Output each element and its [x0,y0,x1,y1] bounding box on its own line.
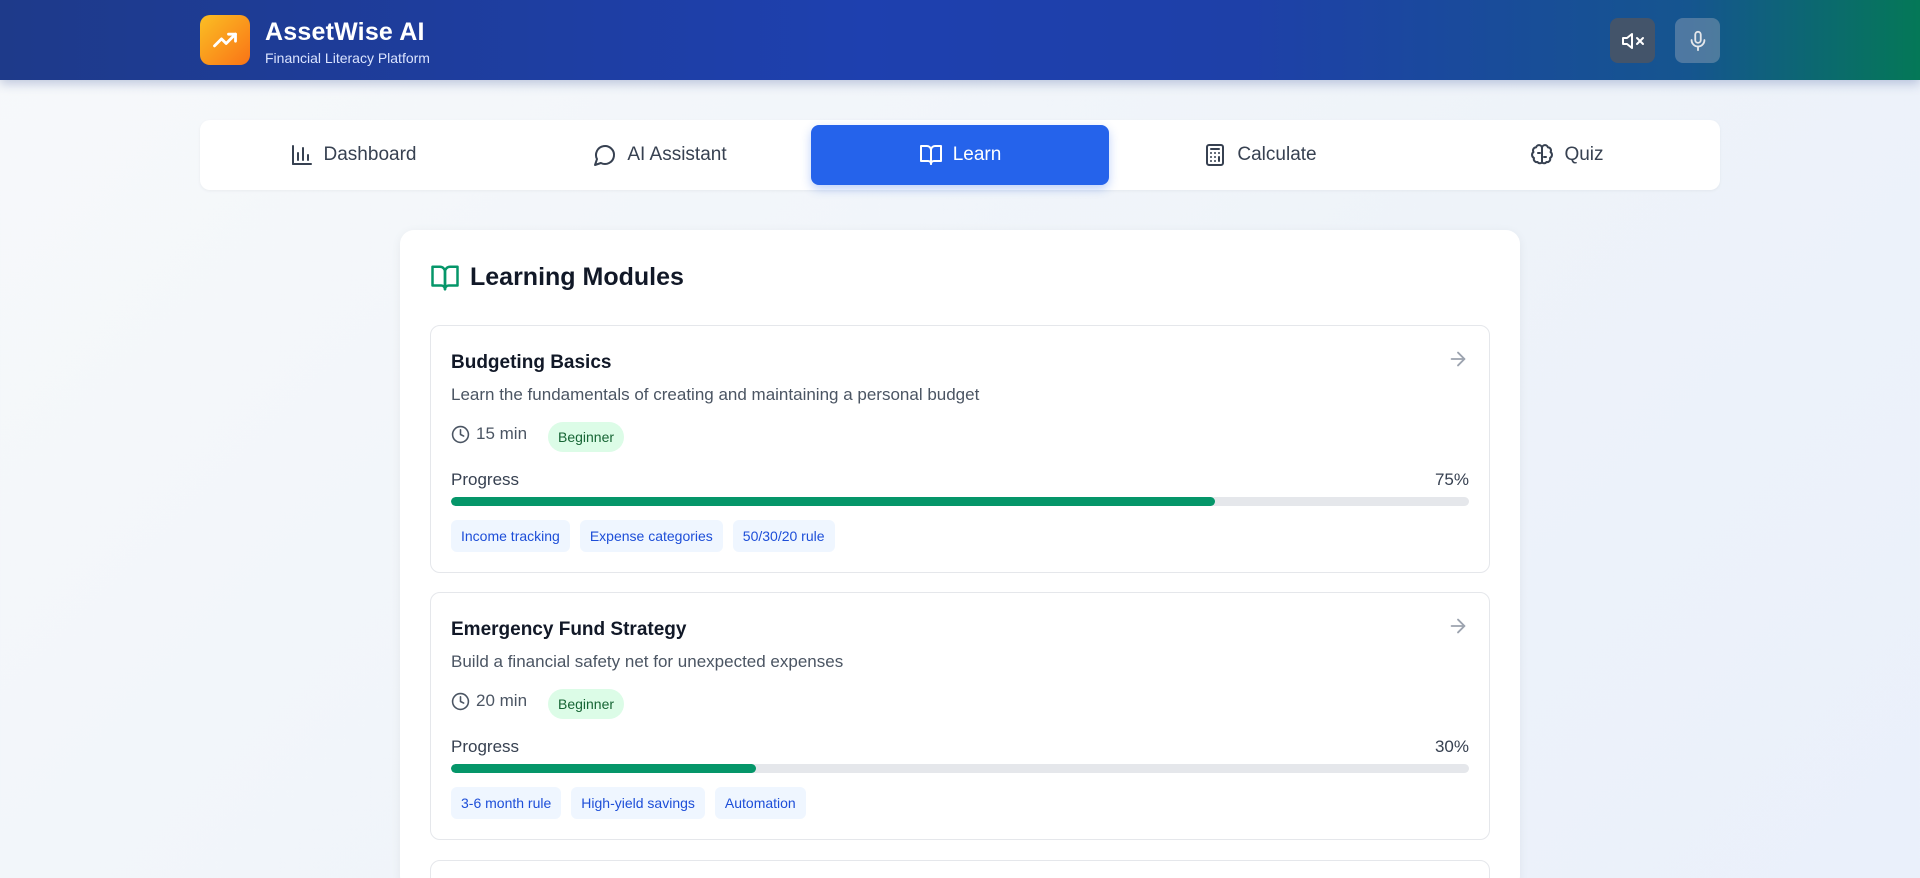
module-card-emergency-fund[interactable]: Emergency Fund Strategy Build a financia… [430,592,1490,840]
calculator-icon [1206,144,1225,166]
app-header: AssetWise AI Financial Literacy Platform [0,0,1920,80]
section-title: Learning Modules [470,263,684,291]
microphone-button[interactable] [1675,18,1720,63]
bar-chart-icon [291,145,312,165]
module-title: Budgeting Basics [451,352,612,373]
level-badge: Beginner [548,689,625,719]
tab-calculate[interactable]: Calculate [1111,125,1409,185]
duration-text: 20 min [476,691,528,710]
module-card-partial[interactable] [430,860,1490,878]
progress-value: 75% [1434,470,1469,489]
tab-label: Learn [952,144,1002,165]
tab-label: Calculate [1237,144,1317,165]
topic-tag: Income tracking [451,520,570,552]
clock-icon [451,425,470,443]
progress-fill [451,497,1215,506]
topic-tag: 50/30/20 rule [732,520,835,552]
learning-modules-card: Learning Modules Budgeting Basics Learn … [400,230,1520,878]
tab-dashboard[interactable]: Dashboard [204,125,502,185]
module-card-budgeting-basics[interactable]: Budgeting Basics Learn the fundamentals … [430,325,1490,573]
tab-learn[interactable]: Learn [811,125,1109,185]
main-tabs: Dashboard AI Assistant Learn Calculate Q… [200,120,1720,190]
topic-tag: Automation [714,787,806,819]
trending-up-icon [213,32,237,48]
message-circle-icon [594,145,616,166]
tab-label: Quiz [1564,144,1604,165]
module-duration: 20 min [451,691,527,711]
duration-text: 15 min [476,424,528,443]
tab-ai-assistant[interactable]: AI Assistant [511,125,809,185]
app-subtitle: Financial Literacy Platform [265,50,430,66]
topic-tags: 3-6 month rule High-yield savings Automa… [451,787,806,819]
progress-label: Progress [451,737,520,756]
mute-button[interactable] [1610,18,1655,63]
module-description: Build a financial safety net for unexpec… [451,652,844,671]
clock-icon [451,692,470,710]
brain-icon [1531,144,1554,165]
book-open-icon [919,145,942,165]
logo [200,15,250,65]
progress-fill [451,764,757,773]
module-description: Learn the fundamentals of creating and m… [451,385,980,404]
topic-tag: Expense categories [579,520,723,552]
progress-label: Progress [451,470,520,489]
topic-tag: 3-6 month rule [451,787,562,819]
progress-bar [451,497,1469,506]
arrow-right-icon[interactable] [1447,348,1469,370]
arrow-right-icon[interactable] [1447,615,1469,637]
app-title: AssetWise AI [265,18,425,46]
book-open-icon [431,265,459,291]
mic-icon [1690,30,1705,51]
topic-tags: Income tracking Expense categories 50/30… [451,520,835,552]
progress-value: 30% [1434,737,1469,756]
tab-quiz[interactable]: Quiz [1418,125,1716,185]
progress-bar [451,764,1469,773]
tab-label: Dashboard [323,144,417,165]
module-duration: 15 min [451,424,527,444]
volume-x-icon [1621,32,1644,49]
topic-tag: High-yield savings [571,787,705,819]
tab-label: AI Assistant [627,144,727,165]
level-badge: Beginner [548,422,625,452]
module-title: Emergency Fund Strategy [451,619,687,640]
